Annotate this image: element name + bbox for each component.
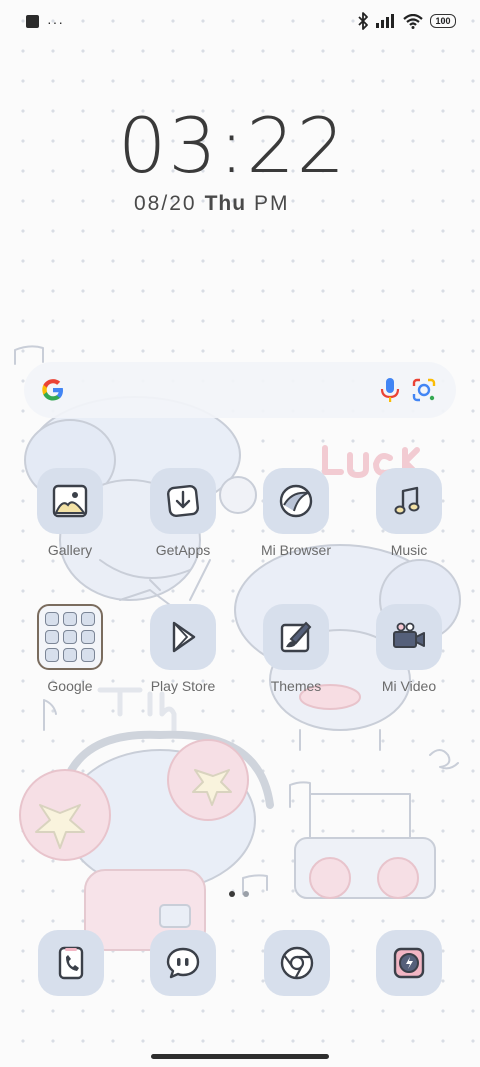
app-label: Gallery [47, 542, 93, 558]
mi-video-icon [376, 604, 442, 670]
app-label: Mi Browser [260, 542, 331, 558]
mini-app-icon [62, 629, 77, 644]
mini-app-icon [80, 612, 95, 627]
microphone-icon[interactable] [378, 376, 402, 404]
mini-app-icon [80, 629, 95, 644]
mi-browser-icon [263, 468, 329, 534]
google-lens-icon[interactable] [410, 376, 438, 404]
app-label: GetApps [155, 542, 211, 558]
themes-icon [263, 604, 329, 670]
dock-phone[interactable] [38, 930, 104, 996]
wifi-icon [403, 13, 423, 29]
gallery-icon [37, 468, 103, 534]
ampm-text: PM [254, 192, 290, 215]
getapps-icon [150, 468, 216, 534]
page-indicator[interactable] [229, 891, 249, 897]
app-label: Music [390, 542, 428, 558]
app-label: Mi Video [381, 678, 437, 694]
camera-icon [393, 947, 425, 979]
status-right: 100 [357, 12, 456, 30]
signal-icon [376, 14, 394, 28]
status-left: ··· [26, 13, 64, 30]
messages-icon [166, 947, 200, 979]
page-dot [243, 891, 249, 897]
music-icon [376, 468, 442, 534]
clock-time[interactable]: 03:22 [118, 100, 347, 192]
app-play-store[interactable]: Play Store [133, 604, 233, 694]
app-themes[interactable]: Themes [246, 604, 346, 694]
app-mi-browser[interactable]: Mi Browser [246, 468, 346, 558]
mini-app-icon [80, 647, 95, 662]
mini-app-icon [45, 612, 60, 627]
app-label: Play Store [150, 678, 216, 694]
mini-app-icon [62, 647, 77, 662]
date-text: 08/20 [134, 192, 197, 215]
mini-app-icon [45, 629, 60, 644]
battery-icon: 100 [430, 14, 456, 28]
play-store-icon [150, 604, 216, 670]
weekday-text: Thu [204, 192, 247, 215]
google-search-bar[interactable] [24, 362, 456, 418]
app-gallery[interactable]: Gallery [20, 468, 120, 558]
home-indicator[interactable] [151, 1054, 329, 1059]
bluetooth-icon [358, 12, 368, 30]
clock-date[interactable]: 08/20 Thu PM [134, 192, 298, 216]
phone-icon [58, 946, 84, 980]
mini-app-icon [45, 647, 60, 662]
app-music[interactable]: Music [359, 468, 459, 558]
status-bar: ··· 100 [0, 0, 480, 44]
app-label: Google [47, 678, 93, 694]
mini-app-icon [62, 612, 77, 627]
dock-messages[interactable] [150, 930, 216, 996]
app-getapps[interactable]: GetApps [133, 468, 233, 558]
app-label: Themes [270, 678, 322, 694]
folder-google[interactable]: Google [20, 604, 120, 694]
dock-chrome[interactable] [264, 930, 330, 996]
dock-camera[interactable] [376, 930, 442, 996]
page-dot-active [229, 891, 235, 897]
notification-square-icon [26, 15, 39, 28]
more-dots-icon: ··· [47, 13, 64, 30]
google-folder-icon [37, 604, 103, 670]
app-mi-video[interactable]: Mi Video [359, 604, 459, 694]
chrome-icon [280, 946, 314, 980]
google-g-icon [42, 379, 63, 401]
